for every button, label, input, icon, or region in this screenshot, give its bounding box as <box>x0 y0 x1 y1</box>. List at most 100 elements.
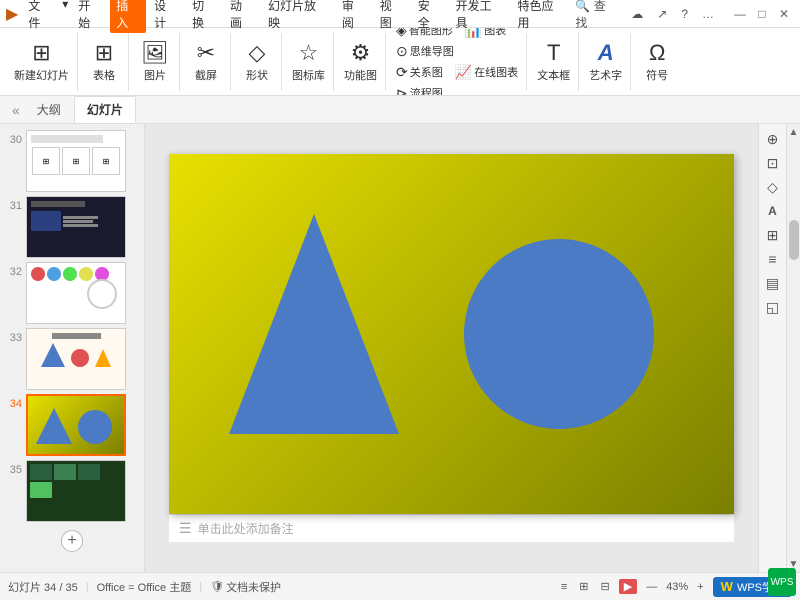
right-tool-shape[interactable]: ◇ <box>762 176 784 198</box>
view-grid-icon[interactable]: ⊞ <box>576 579 591 594</box>
symbol-button[interactable]: Ω 符号 <box>637 38 677 84</box>
right-tool-image[interactable]: ◱ <box>762 296 784 318</box>
function-button[interactable]: ⚙ 功能图 <box>340 38 381 84</box>
slide-editor-container: ☰ 单击此处添加备注 <box>169 154 734 542</box>
view-present-icon[interactable]: ▶ <box>619 579 637 594</box>
menu-design[interactable]: 设计 <box>148 0 184 33</box>
scroll-up-button[interactable]: ▲ <box>787 124 800 140</box>
triangle-shape[interactable] <box>229 214 399 434</box>
collapse-panel-button[interactable]: « <box>8 100 24 120</box>
mind-map-label: 思维导图 <box>410 43 454 59</box>
chart-button[interactable]: 📊 图表 <box>461 28 510 40</box>
add-note-text[interactable]: 单击此处添加备注 <box>198 520 294 537</box>
tab-slides[interactable]: 幻灯片 <box>74 96 136 123</box>
image-label: 图片 <box>144 67 166 83</box>
shape-button[interactable]: ◇ 形状 <box>237 38 277 84</box>
office-theme: Office = Office 主题 <box>97 579 192 595</box>
menu-dropdown[interactable]: ▾ <box>60 0 70 33</box>
slide-item-34[interactable]: 34 <box>2 392 142 458</box>
share-icon[interactable]: ↗ <box>653 5 671 23</box>
title-bar: ▶ 文件 ▾ 开始 插入 设计 切换 动画 幻灯片放映 审阅 视图 安全 开发工… <box>0 0 800 28</box>
thumb-content-33 <box>27 333 125 390</box>
view-normal-icon[interactable]: ≡ <box>558 580 570 594</box>
slide-item-31[interactable]: 31 <box>2 194 142 260</box>
menu-insert[interactable]: 插入 <box>110 0 146 33</box>
textbox-icon: T <box>547 40 560 66</box>
new-slide-button[interactable]: ⊞ 新建幻灯片 <box>10 38 73 84</box>
flowchart-button[interactable]: ⊳ 流程图 <box>392 84 447 97</box>
add-slide-button[interactable]: + <box>61 530 83 552</box>
slide-item-33[interactable]: 33 <box>2 326 142 392</box>
vertical-scrollbar: ▲ ▼ <box>786 124 800 572</box>
close-button[interactable]: ✕ <box>774 4 794 24</box>
slide-panel: 30 ⊞ ⊞ ⊞ 31 <box>0 124 145 572</box>
mini-triangle-shape <box>36 408 72 444</box>
note-icon: ☰ <box>179 520 192 537</box>
more-icon[interactable]: … <box>698 5 718 23</box>
chart-icon: 📊 <box>465 28 482 39</box>
thumb-content-30: ⊞ ⊞ ⊞ <box>27 131 125 191</box>
slide-thumb-30: ⊞ ⊞ ⊞ <box>26 130 126 192</box>
scroll-thumb[interactable] <box>789 220 799 260</box>
slide-thumb-33 <box>26 328 126 390</box>
table-button[interactable]: ⊞ 表格 <box>84 38 124 84</box>
restore-button[interactable]: □ <box>752 4 772 24</box>
symbol-icon: Ω <box>649 40 665 66</box>
thumb-content-32 <box>27 263 125 323</box>
smart-tools-group: ◈ 智能图形 📊 图表 ⊙ 思维导图 ⟳ 关系图 <box>392 28 522 96</box>
image-button[interactable]: 🖼 图片 <box>135 38 175 84</box>
slide-item-30[interactable]: 30 ⊞ ⊞ ⊞ <box>2 128 142 194</box>
right-tool-chart[interactable]: ≡ <box>762 248 784 270</box>
iconlib-button[interactable]: ☆ 图标库 <box>288 38 329 84</box>
chart-label: 图表 <box>484 28 506 38</box>
menu-animation[interactable]: 动画 <box>224 0 260 33</box>
toolbar: ⊞ 新建幻灯片 ⊞ 表格 🖼 图片 ✂ 截屏 ◇ 形状 ☆ 图标库 <box>0 28 800 96</box>
search-button[interactable]: 🔍 查找 <box>571 0 621 33</box>
relation-button[interactable]: ⟳ 关系图 <box>392 63 447 82</box>
mind-map-button[interactable]: ⊙ 思维导图 <box>392 42 458 61</box>
relation-icon: ⟳ <box>396 64 408 81</box>
right-tool-text[interactable]: A <box>762 200 784 222</box>
smart-shape-icon: ◈ <box>396 28 407 39</box>
flowchart-icon: ⊳ <box>396 85 408 97</box>
toolbar-group-shape: ◇ 形状 <box>233 33 282 91</box>
menu-slideshow[interactable]: 幻灯片放映 <box>262 0 334 33</box>
iconlib-label: 图标库 <box>292 67 325 83</box>
toolbar-group-new: ⊞ 新建幻灯片 <box>6 33 78 91</box>
status-bar: 幻灯片 34 / 35 | Office = Office 主题 | 🛡 文档未… <box>0 572 800 600</box>
textbox-button[interactable]: T 文本框 <box>533 38 574 84</box>
tab-panel: « 大纲 幻灯片 <box>0 96 800 124</box>
right-tool-layout[interactable]: ⊡ <box>762 152 784 174</box>
right-tool-media[interactable]: ▤ <box>762 272 784 294</box>
minimize-button[interactable]: — <box>730 4 750 24</box>
slide-num-30: 30 <box>4 134 22 146</box>
screenshot-button[interactable]: ✂ 截屏 <box>186 38 226 84</box>
right-tool-add[interactable]: ⊕ <box>762 128 784 150</box>
tab-outline[interactable]: 大纲 <box>24 96 74 123</box>
smart-row1: ◈ 智能图形 📊 图表 <box>392 28 522 40</box>
function-label: 功能图 <box>344 67 377 83</box>
online-chart-icon: 📈 <box>455 64 472 81</box>
menu-file[interactable]: 文件 <box>22 0 58 33</box>
help-icon[interactable]: ? <box>677 5 692 23</box>
app-logo-icon: ▶ <box>6 4 18 24</box>
menu-transition[interactable]: 切换 <box>186 0 222 33</box>
screenshot-icon: ✂ <box>197 40 215 66</box>
new-slide-icon: ⊞ <box>32 40 50 66</box>
slide-canvas[interactable] <box>169 154 734 514</box>
zoom-in-button[interactable]: + <box>694 580 706 594</box>
right-tool-table[interactable]: ⊞ <box>762 224 784 246</box>
slide-item-32[interactable]: 32 <box>2 260 142 326</box>
doc-protection-area: 🛡 文档未保护 <box>210 579 281 595</box>
view-fit-icon[interactable]: ⊟ <box>598 579 613 594</box>
menu-review[interactable]: 审阅 <box>336 0 372 33</box>
art-text-button[interactable]: A 艺术字 <box>585 38 626 84</box>
cloud-icon[interactable]: ☁ <box>627 5 647 23</box>
slide-item-35[interactable]: 35 WPS <box>2 458 142 524</box>
online-chart-button[interactable]: 📈 在线图表 <box>451 63 522 82</box>
circle-shape[interactable] <box>464 239 654 429</box>
smart-shape-button[interactable]: ◈ 智能图形 <box>392 28 457 40</box>
zoom-out-button[interactable]: — <box>643 580 660 594</box>
mini-circle-shape <box>78 410 112 444</box>
menu-home[interactable]: 开始 <box>72 0 108 33</box>
